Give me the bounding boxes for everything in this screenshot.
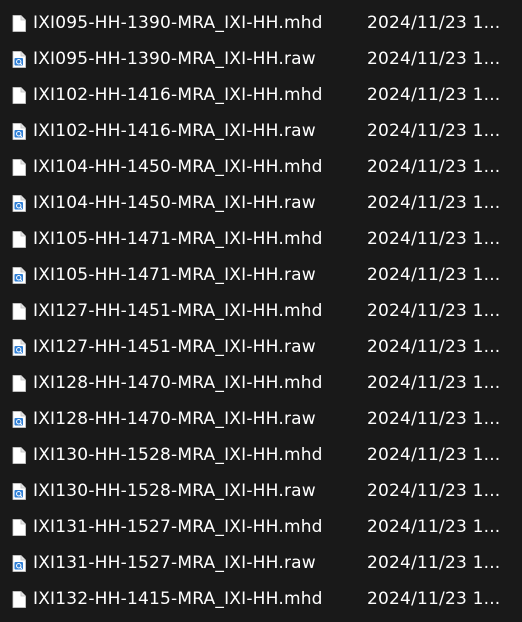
file-name: IXI102-HH-1416-MRA_IXI-HH.raw <box>33 121 316 141</box>
generic-file-icon <box>12 302 26 320</box>
file-row[interactable]: IXI128-HH-1470-MRA_IXI-HH.raw 2024/11/23… <box>0 401 522 437</box>
file-name: IXI132-HH-1415-MRA_IXI-HH.mhd <box>33 589 323 609</box>
generic-file-icon <box>12 446 26 464</box>
file-row[interactable]: IXI102-HH-1416-MRA_IXI-HH.raw 2024/11/23… <box>0 113 522 149</box>
file-name: IXI105-HH-1471-MRA_IXI-HH.mhd <box>33 229 323 249</box>
file-row[interactable]: IXI127-HH-1451-MRA_IXI-HH.raw 2024/11/23… <box>0 329 522 365</box>
file-date: 2024/11/23 1... <box>367 193 501 213</box>
generic-file-icon <box>12 374 26 392</box>
raw-file-icon <box>12 194 26 212</box>
generic-file-icon <box>12 518 26 536</box>
file-row[interactable]: IXI127-HH-1451-MRA_IXI-HH.mhd 2024/11/23… <box>0 293 522 329</box>
file-name: IXI130-HH-1528-MRA_IXI-HH.mhd <box>33 445 323 465</box>
file-name: IXI105-HH-1471-MRA_IXI-HH.raw <box>33 265 316 285</box>
file-date: 2024/11/23 1... <box>367 409 501 429</box>
generic-file-icon <box>12 86 26 104</box>
file-row[interactable]: IXI131-HH-1527-MRA_IXI-HH.mhd 2024/11/23… <box>0 509 522 545</box>
generic-file-icon <box>12 590 26 608</box>
file-date: 2024/11/23 1... <box>367 553 501 573</box>
file-date: 2024/11/23 1... <box>367 481 501 501</box>
file-name: IXI102-HH-1416-MRA_IXI-HH.mhd <box>33 85 323 105</box>
raw-file-icon <box>12 410 26 428</box>
raw-file-icon <box>12 266 26 284</box>
file-name: IXI128-HH-1470-MRA_IXI-HH.mhd <box>33 373 323 393</box>
generic-file-icon <box>12 14 26 32</box>
file-date: 2024/11/23 1... <box>367 373 501 393</box>
raw-file-icon <box>12 338 26 356</box>
file-date: 2024/11/23 1... <box>367 337 501 357</box>
file-row[interactable]: IXI130-HH-1528-MRA_IXI-HH.mhd 2024/11/23… <box>0 437 522 473</box>
raw-file-icon <box>12 482 26 500</box>
file-row[interactable]: IXI128-HH-1470-MRA_IXI-HH.mhd 2024/11/23… <box>0 365 522 401</box>
file-name: IXI131-HH-1527-MRA_IXI-HH.raw <box>33 553 316 573</box>
file-date: 2024/11/23 1... <box>367 13 501 33</box>
file-row[interactable]: IXI131-HH-1527-MRA_IXI-HH.raw 2024/11/23… <box>0 545 522 581</box>
file-date: 2024/11/23 1... <box>367 589 501 609</box>
file-date: 2024/11/23 1... <box>367 265 501 285</box>
file-row[interactable]: IXI102-HH-1416-MRA_IXI-HH.mhd 2024/11/23… <box>0 77 522 113</box>
file-date: 2024/11/23 1... <box>367 121 501 141</box>
file-row[interactable]: IXI105-HH-1471-MRA_IXI-HH.raw 2024/11/23… <box>0 257 522 293</box>
file-name: IXI104-HH-1450-MRA_IXI-HH.raw <box>33 193 316 213</box>
file-name: IXI130-HH-1528-MRA_IXI-HH.raw <box>33 481 316 501</box>
file-row[interactable]: IXI095-HH-1390-MRA_IXI-HH.mhd 2024/11/23… <box>0 5 522 41</box>
file-name: IXI104-HH-1450-MRA_IXI-HH.mhd <box>33 157 323 177</box>
file-name: IXI131-HH-1527-MRA_IXI-HH.mhd <box>33 517 323 537</box>
raw-file-icon <box>12 50 26 68</box>
raw-file-icon <box>12 122 26 140</box>
file-date: 2024/11/23 1... <box>367 229 501 249</box>
generic-file-icon <box>12 158 26 176</box>
file-date: 2024/11/23 1... <box>367 517 501 537</box>
file-date: 2024/11/23 1... <box>367 49 501 69</box>
file-date: 2024/11/23 1... <box>367 157 501 177</box>
file-row[interactable]: IXI130-HH-1528-MRA_IXI-HH.raw 2024/11/23… <box>0 473 522 509</box>
file-list: IXI095-HH-1390-MRA_IXI-HH.mhd 2024/11/23… <box>0 0 522 622</box>
file-row[interactable]: IXI095-HH-1390-MRA_IXI-HH.raw 2024/11/23… <box>0 41 522 77</box>
file-row[interactable]: IXI104-HH-1450-MRA_IXI-HH.mhd 2024/11/23… <box>0 149 522 185</box>
file-date: 2024/11/23 1... <box>367 445 501 465</box>
file-row[interactable]: IXI105-HH-1471-MRA_IXI-HH.mhd 2024/11/23… <box>0 221 522 257</box>
generic-file-icon <box>12 230 26 248</box>
file-name: IXI128-HH-1470-MRA_IXI-HH.raw <box>33 409 316 429</box>
file-row[interactable]: IXI132-HH-1415-MRA_IXI-HH.mhd 2024/11/23… <box>0 581 522 617</box>
file-name: IXI127-HH-1451-MRA_IXI-HH.raw <box>33 337 316 357</box>
file-name: IXI095-HH-1390-MRA_IXI-HH.mhd <box>33 13 323 33</box>
file-name: IXI127-HH-1451-MRA_IXI-HH.mhd <box>33 301 323 321</box>
file-date: 2024/11/23 1... <box>367 301 501 321</box>
file-row[interactable]: IXI104-HH-1450-MRA_IXI-HH.raw 2024/11/23… <box>0 185 522 221</box>
file-date: 2024/11/23 1... <box>367 85 501 105</box>
raw-file-icon <box>12 554 26 572</box>
file-name: IXI095-HH-1390-MRA_IXI-HH.raw <box>33 49 316 69</box>
